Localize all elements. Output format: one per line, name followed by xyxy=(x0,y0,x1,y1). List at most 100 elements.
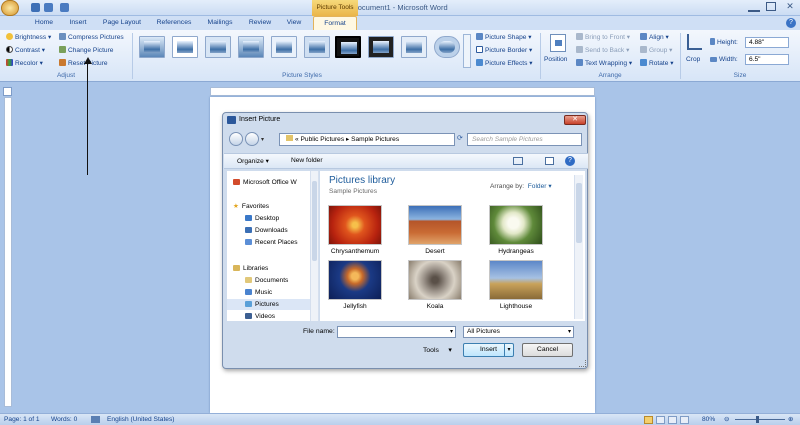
rotate-button[interactable]: Rotate ▾ xyxy=(640,59,674,68)
refresh-icon[interactable]: ⟳ xyxy=(457,134,466,145)
word-count[interactable]: Words: 0 xyxy=(51,414,77,425)
downloads-icon xyxy=(245,227,252,233)
insert-button[interactable]: Insert ▾ xyxy=(463,343,514,357)
window-title: Document1 - Microsoft Word xyxy=(352,3,448,12)
view-outline-icon[interactable] xyxy=(680,416,689,424)
contrast-button[interactable]: Contrast ▾ xyxy=(6,46,45,55)
view-full-screen-icon[interactable] xyxy=(656,416,665,424)
position-button[interactable]: Position xyxy=(544,34,572,70)
zoom-slider[interactable] xyxy=(735,419,785,420)
ribbon-tabs: Home Insert Page Layout References Maili… xyxy=(0,16,800,30)
libraries-icon xyxy=(233,265,240,271)
nav-music[interactable]: Music xyxy=(227,287,313,298)
ruler-toggle[interactable] xyxy=(3,87,12,96)
tab-view[interactable]: View xyxy=(280,16,308,30)
zoom-in-icon[interactable]: ⊕ xyxy=(788,414,794,425)
insert-dropdown-icon[interactable]: ▾ xyxy=(504,344,513,356)
picture-style-10[interactable] xyxy=(434,36,460,58)
tab-home[interactable]: Home xyxy=(30,16,58,30)
picture-style-2[interactable] xyxy=(172,36,198,58)
recent-places-icon xyxy=(245,239,252,245)
new-folder-button[interactable]: New folder xyxy=(291,157,323,164)
vertical-ruler[interactable] xyxy=(4,97,12,407)
tab-insert[interactable]: Insert xyxy=(64,16,92,30)
picture-tools-context: Picture Tools xyxy=(312,0,358,16)
cancel-button[interactable]: Cancel xyxy=(522,343,573,357)
tools-button[interactable]: Tools ▾ xyxy=(423,346,452,354)
crop-button[interactable]: Crop xyxy=(684,34,706,70)
height-label: Height: xyxy=(710,38,738,47)
nav-downloads[interactable]: Downloads xyxy=(227,225,313,236)
dialog-toolbar xyxy=(224,153,588,169)
preview-pane-icon[interactable] xyxy=(545,157,554,165)
view-print-layout-icon[interactable] xyxy=(644,416,653,424)
zoom-thumb[interactable] xyxy=(756,416,759,423)
picture-style-6[interactable] xyxy=(304,36,330,58)
back-button[interactable] xyxy=(229,132,243,146)
file-type-select[interactable]: All Pictures ▾ xyxy=(463,326,574,338)
nav-pictures[interactable]: Pictures xyxy=(227,299,313,310)
file-name-input[interactable]: ▾ xyxy=(337,326,456,338)
maximize-button[interactable] xyxy=(766,2,776,11)
picture-style-4[interactable] xyxy=(238,36,264,58)
text-wrapping-button[interactable]: Text Wrapping ▾ xyxy=(576,59,632,68)
height-field[interactable]: 4.88" xyxy=(745,37,789,48)
resize-grip[interactable] xyxy=(579,360,586,367)
tab-page-layout[interactable]: Page Layout xyxy=(100,16,144,30)
zoom-out-icon[interactable]: ⊖ xyxy=(724,414,730,425)
close-button[interactable]: ✕ xyxy=(783,1,797,13)
align-button[interactable]: Align ▾ xyxy=(640,33,669,42)
nav-favorites[interactable]: ★ Favorites xyxy=(227,201,313,212)
recolor-icon xyxy=(6,59,13,66)
help-icon[interactable]: ? xyxy=(786,18,796,28)
picture-style-7[interactable] xyxy=(335,36,361,58)
view-icon[interactable] xyxy=(513,157,523,165)
rotate-icon xyxy=(640,59,647,66)
nav-desktop[interactable]: Desktop xyxy=(227,213,313,224)
nav-scrollbar[interactable] xyxy=(310,171,318,321)
help-icon[interactable]: ? xyxy=(565,156,575,166)
library-subtitle: Sample Pictures xyxy=(329,188,378,195)
zoom-level[interactable]: 80% xyxy=(702,414,715,425)
page-count[interactable]: Page: 1 of 1 xyxy=(4,414,40,425)
language[interactable]: English (United States) xyxy=(107,414,174,425)
arrange-by-dropdown[interactable]: Folder xyxy=(528,183,547,190)
view-web-layout-icon[interactable] xyxy=(668,416,677,424)
width-field[interactable]: 6.5" xyxy=(745,54,789,65)
picture-style-8[interactable] xyxy=(368,36,394,58)
files-scrollbar[interactable] xyxy=(574,175,583,319)
brightness-button[interactable]: Brightness ▾ xyxy=(6,33,51,42)
picture-border-button[interactable]: Picture Border ▾ xyxy=(476,46,532,55)
nav-libraries[interactable]: Libraries xyxy=(227,263,313,274)
nav-recent-places[interactable]: Recent Places xyxy=(227,237,313,248)
bring-to-front-icon xyxy=(576,33,583,40)
horizontal-ruler[interactable] xyxy=(210,87,595,96)
picture-style-3[interactable] xyxy=(205,36,231,58)
tab-references[interactable]: References xyxy=(152,16,196,30)
compress-pictures-button[interactable]: Compress Pictures xyxy=(59,33,124,42)
dialog-close-button[interactable]: ✕ xyxy=(564,115,586,125)
picture-style-9[interactable] xyxy=(401,36,427,58)
tab-mailings[interactable]: Mailings xyxy=(202,16,238,30)
change-picture-button[interactable]: Change Picture xyxy=(59,46,113,55)
styles-scroll[interactable] xyxy=(463,34,471,68)
picture-effects-button[interactable]: Picture Effects ▾ xyxy=(476,59,533,68)
forward-button[interactable] xyxy=(245,132,259,146)
nav-videos[interactable]: Videos xyxy=(227,311,313,320)
picture-style-5[interactable] xyxy=(271,36,297,58)
recolor-button[interactable]: Recolor ▾ xyxy=(6,59,43,68)
minimize-button[interactable] xyxy=(748,3,760,12)
picture-shape-button[interactable]: Picture Shape ▾ xyxy=(476,33,532,42)
organize-button[interactable]: Organize ▾ xyxy=(237,157,269,165)
picture-style-1[interactable] xyxy=(139,36,165,58)
nav-documents[interactable]: Documents xyxy=(227,275,313,286)
jellyfish-thumbnail xyxy=(328,260,382,300)
recent-pages-icon[interactable]: ▾ xyxy=(261,136,264,143)
nav-microsoft-office[interactable]: Microsoft Office W xyxy=(227,177,313,188)
pictures-icon xyxy=(245,301,252,307)
tab-format[interactable]: Format xyxy=(313,16,357,30)
proofing-icon[interactable] xyxy=(91,416,100,423)
tab-review[interactable]: Review xyxy=(245,16,275,30)
address-bar[interactable]: « Public Pictures ▸ Sample Pictures xyxy=(279,133,455,146)
search-input[interactable]: Search Sample Pictures xyxy=(467,133,582,146)
